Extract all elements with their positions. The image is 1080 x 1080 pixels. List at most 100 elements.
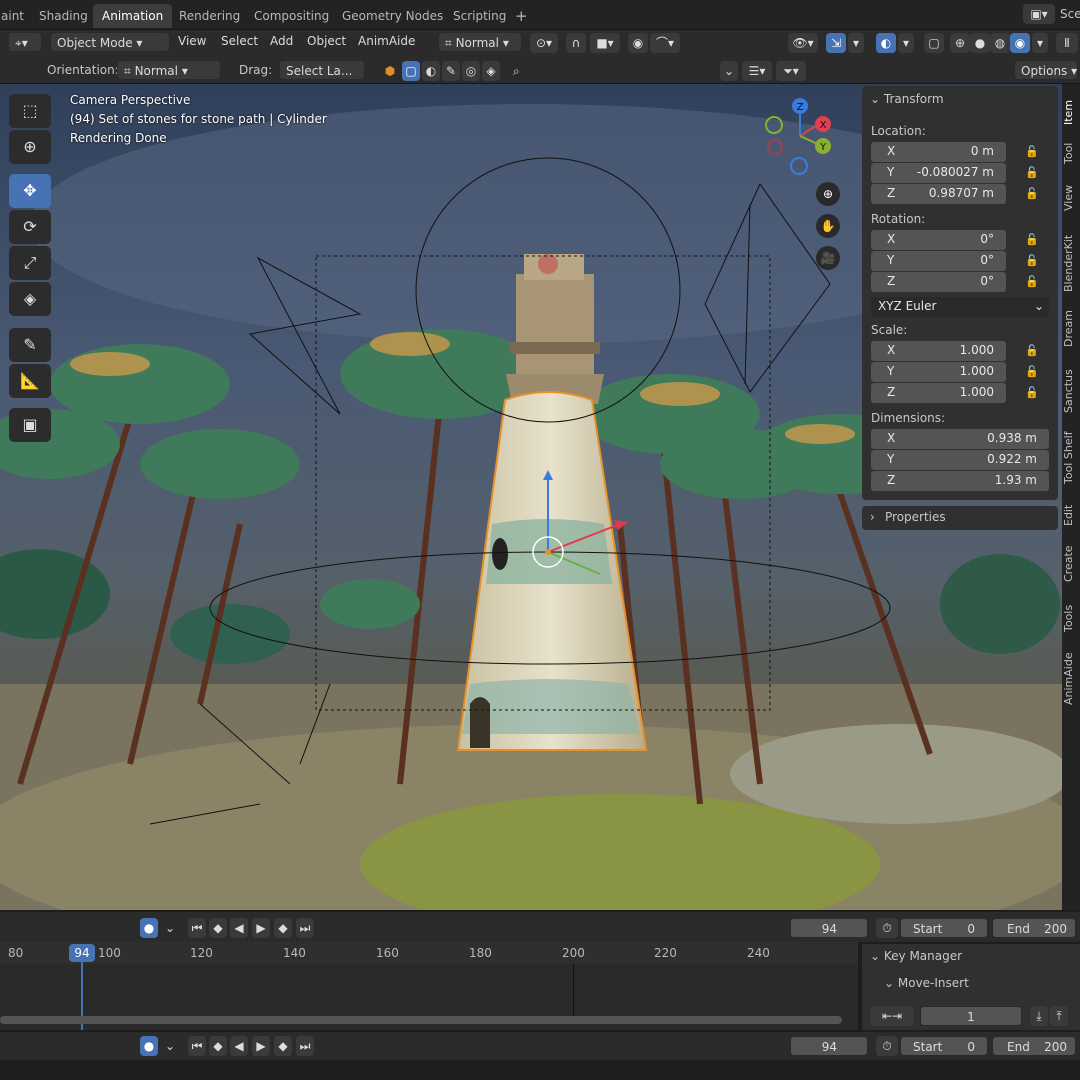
camera-view-icon[interactable]: 🎥 — [816, 246, 840, 270]
rendered-shading-icon[interactable]: ◉ — [1010, 33, 1030, 53]
sidebar-tab-sanctus[interactable]: Sanctus — [1062, 366, 1080, 416]
tab-shading[interactable]: Shading — [30, 4, 97, 28]
options-dropdown[interactable]: Options ▾ — [1014, 60, 1078, 80]
sidebar-tab-tools[interactable]: Tools — [1062, 600, 1080, 636]
asset-scene-icon[interactable]: ◈ — [482, 61, 500, 81]
pause-icon[interactable]: Ⅱ — [1056, 33, 1078, 53]
sidebar-tab-dream[interactable]: Dream — [1062, 308, 1080, 350]
tab-rendering[interactable]: Rendering — [170, 4, 249, 28]
keying-menu-icon[interactable]: ⌄ — [162, 918, 178, 938]
sidebar-tab-edit[interactable]: Edit — [1062, 500, 1080, 530]
material-shading-icon[interactable]: ◍ — [990, 33, 1010, 53]
jump-end-icon-2[interactable]: ⏭ — [296, 1036, 314, 1056]
jump-end-icon[interactable]: ⏭ — [296, 918, 314, 938]
play-reverse-icon-2[interactable]: ◀ — [230, 1036, 248, 1056]
lock-location-y-icon[interactable]: 🔓 — [1025, 166, 1041, 180]
stopwatch-icon-2[interactable]: ⏱ — [876, 1036, 898, 1056]
lock-location-z-icon[interactable]: 🔓 — [1025, 187, 1041, 201]
sidebar-tab-view[interactable]: View — [1062, 180, 1080, 216]
lock-rotation-x-icon[interactable]: 🔓 — [1025, 233, 1041, 247]
sidebar-tab-blenderkit[interactable]: BlenderKit — [1062, 232, 1080, 294]
playhead-label[interactable]: 94 — [69, 944, 95, 962]
pivot-point-icon[interactable]: ⊙▾ — [530, 33, 558, 53]
insert-up-icon[interactable]: ⤒ — [1050, 1006, 1068, 1026]
rotation-x-field[interactable]: X 0° — [871, 230, 1006, 250]
prev-keyframe-icon[interactable]: ◆ — [209, 918, 227, 938]
play-icon-2[interactable]: ▶ — [252, 1036, 270, 1056]
falloff-icon[interactable]: ⌒▾ — [650, 33, 680, 53]
play-reverse-icon[interactable]: ◀ — [230, 918, 248, 938]
gizmo-menu-icon[interactable]: ▾ — [848, 33, 864, 53]
next-keyframe-icon-2[interactable]: ◆ — [274, 1036, 292, 1056]
range-buttons-icon[interactable]: ⇤⇥ — [870, 1006, 914, 1026]
measure-icon[interactable]: 📐 — [9, 364, 51, 398]
select-box-icon[interactable]: ⬚ — [9, 94, 51, 128]
start-frame-field-2[interactable]: Start 0 — [900, 1036, 988, 1056]
rotation-y-field[interactable]: Y 0° — [871, 251, 1006, 271]
lock-scale-x-icon[interactable]: 🔓 — [1025, 344, 1041, 358]
tab-animation[interactable]: Animation — [93, 4, 173, 28]
asset-search-input[interactable]: ⌕ — [506, 60, 718, 80]
mode-dropdown[interactable]: Object Mode ▾ — [50, 32, 170, 52]
auto-keying-icon[interactable]: ● — [140, 918, 158, 938]
sidebar-tab-tool[interactable]: Tool — [1062, 138, 1080, 168]
sidebar-tab-item[interactable]: Item — [1062, 92, 1080, 132]
orientation-dropdown[interactable]: ⌗ Normal ▾ — [117, 60, 221, 80]
dimensions-y-field[interactable]: Y 0.922 m — [871, 450, 1049, 470]
rotation-z-field[interactable]: Z 0° — [871, 272, 1006, 292]
scene-name[interactable]: Sce — [1060, 7, 1080, 21]
overlays-menu-icon[interactable]: ▾ — [898, 33, 914, 53]
current-frame-field[interactable]: 94 — [790, 918, 868, 938]
prev-keyframe-icon-2[interactable]: ◆ — [209, 1036, 227, 1056]
blenderkit-icon[interactable]: ⬢ — [381, 61, 399, 81]
asset-model-icon[interactable]: ▢ — [402, 61, 420, 81]
tab-geometry-nodes[interactable]: Geometry Nodes — [333, 4, 452, 28]
asset-material-icon[interactable]: ◐ — [422, 61, 440, 81]
menu-object[interactable]: Object — [307, 30, 346, 52]
lock-scale-y-icon[interactable]: 🔓 — [1025, 365, 1041, 379]
proportional-editing-icon[interactable]: ◉ — [628, 33, 648, 53]
dimensions-z-field[interactable]: Z 1.93 m — [871, 471, 1049, 491]
asset-brush-icon[interactable]: ✎ — [442, 61, 460, 81]
sidebar-tab-tool-shelf[interactable]: Tool Shelf — [1062, 428, 1080, 488]
lock-scale-z-icon[interactable]: 🔓 — [1025, 386, 1041, 400]
xray-icon[interactable]: ▢ — [924, 33, 944, 53]
timeline-scrollbar[interactable] — [0, 1016, 842, 1024]
current-frame-field-2[interactable]: 94 — [790, 1036, 868, 1056]
auto-keying-icon-2[interactable]: ● — [140, 1036, 158, 1056]
drag-dropdown[interactable]: Select La... — [279, 60, 365, 80]
tab-scripting[interactable]: Scripting — [444, 4, 515, 28]
menu-animaide[interactable]: AnimAide — [358, 30, 415, 52]
wireframe-shading-icon[interactable]: ⊕ — [950, 33, 970, 53]
move-insert-header[interactable]: ⌄ Move-Insert — [884, 976, 969, 990]
add-workspace-button[interactable]: + — [506, 4, 537, 28]
zoom-icon[interactable]: ⊕ — [816, 182, 840, 206]
stopwatch-icon[interactable]: ⏱ — [876, 918, 898, 938]
tab-compositing[interactable]: Compositing — [245, 4, 338, 28]
scale-z-field[interactable]: Z 1.000 — [871, 383, 1006, 403]
shading-menu-icon[interactable]: ▾ — [1032, 33, 1048, 53]
end-frame-field[interactable]: End 200 — [992, 918, 1076, 938]
lock-rotation-y-icon[interactable]: 🔓 — [1025, 254, 1041, 268]
rotate-icon[interactable]: ⟳ — [9, 210, 51, 244]
filter-icon[interactable]: ⏷▾ — [776, 61, 806, 81]
key-manager-header[interactable]: ⌄ Key Manager — [870, 949, 962, 963]
gizmo-toggle-icon[interactable]: ⇲ — [826, 33, 846, 53]
play-icon[interactable]: ▶ — [252, 918, 270, 938]
rotation-mode-dropdown[interactable]: XYZ Euler ⌄ — [871, 297, 1049, 317]
menu-view[interactable]: View — [178, 30, 206, 52]
solid-shading-icon[interactable]: ● — [970, 33, 990, 53]
tab-paint[interactable]: aint — [0, 4, 33, 28]
location-x-field[interactable]: X 0 m — [871, 142, 1006, 162]
scale-x-field[interactable]: X 1.000 — [871, 341, 1006, 361]
view-list-icon[interactable]: ☰▾ — [742, 61, 772, 81]
add-cube-icon[interactable]: ▣ — [9, 408, 51, 442]
key-manager-value-field[interactable]: 1 — [920, 1006, 1022, 1026]
cursor-icon[interactable]: ⊕ — [9, 130, 51, 164]
move-icon[interactable]: ✥ — [9, 174, 51, 208]
jump-start-icon-2[interactable]: ⏮ — [188, 1036, 206, 1056]
dimensions-x-field[interactable]: X 0.938 m — [871, 429, 1049, 449]
editor-type-icon[interactable]: ⌖▾ — [8, 32, 42, 52]
transform-header[interactable]: ⌄ Transform — [870, 92, 944, 106]
start-frame-field[interactable]: Start 0 — [900, 918, 988, 938]
